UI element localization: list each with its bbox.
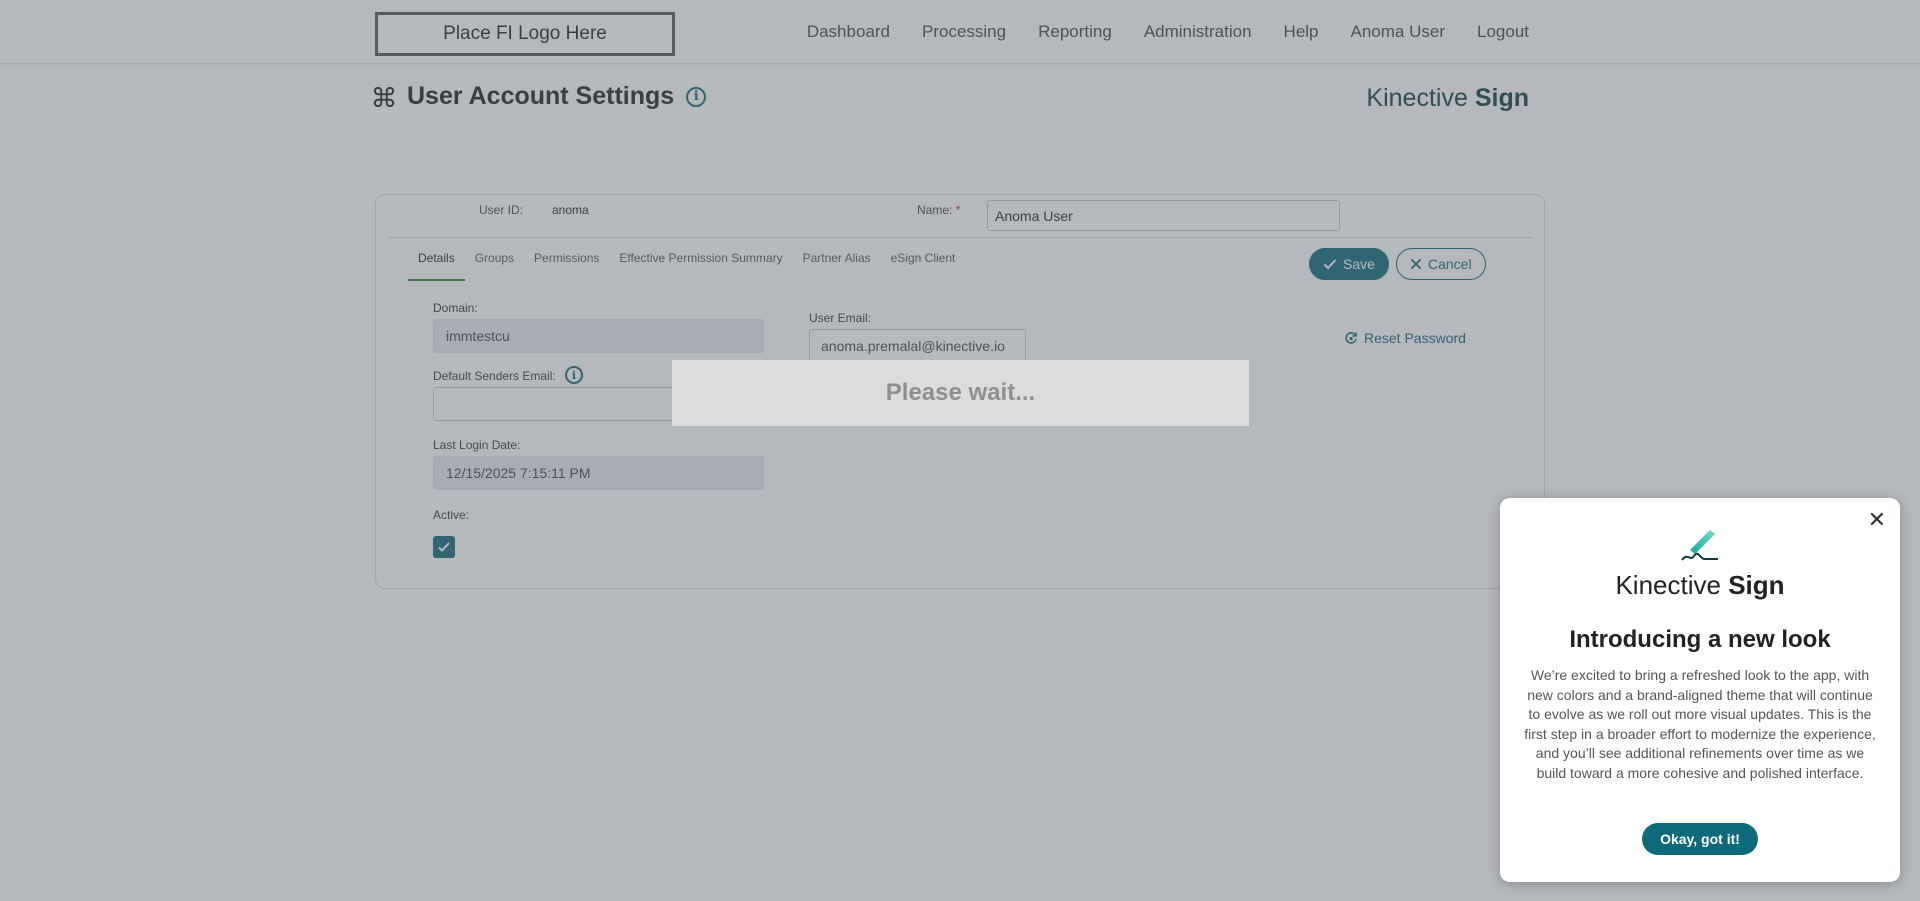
popup-body: We’re excited to bring a refreshed look … <box>1524 667 1876 781</box>
popup-brand-logo: Kinective Sign <box>1500 570 1900 601</box>
popup-heading: Introducing a new look <box>1569 626 1831 653</box>
popup-brand-bold: Sign <box>1728 570 1785 600</box>
new-look-dialog: ✕ Kinective Sign Introducing a new look … <box>1500 498 1900 882</box>
loading-message: Please wait... <box>672 360 1249 426</box>
pen-signature-icon <box>1681 530 1718 561</box>
close-icon[interactable]: ✕ <box>1868 508 1886 533</box>
okay-got-it-button[interactable]: Okay, got it! <box>1642 823 1758 855</box>
popup-brand-light: Kinective <box>1615 570 1721 600</box>
